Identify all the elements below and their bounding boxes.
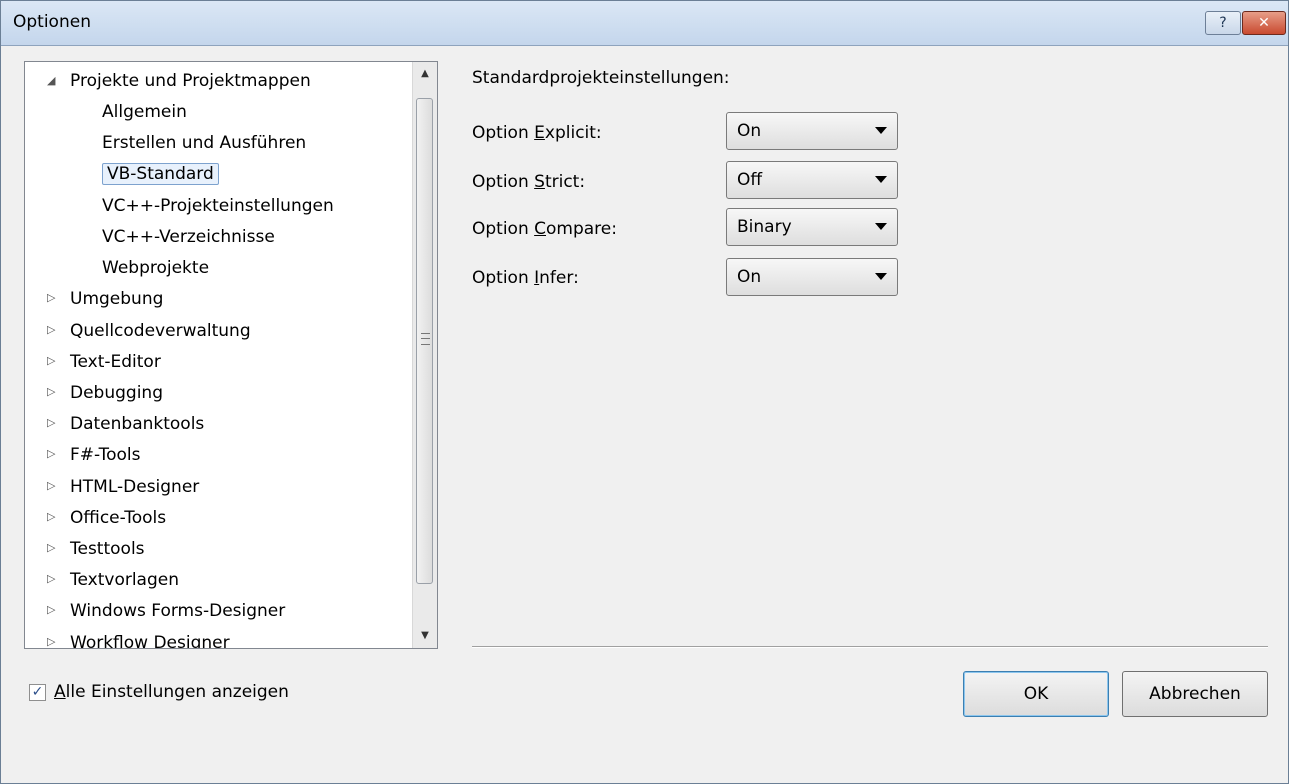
tree-item-label: Workflow Designer xyxy=(70,632,230,649)
collapsed-arrow-icon[interactable]: ▷ xyxy=(47,572,61,585)
tree-item-label: Textvorlagen xyxy=(70,570,179,591)
tree-item[interactable]: ▷ HTML-Designer xyxy=(25,475,410,501)
tree-item-label: VC++-Verzeichnisse xyxy=(102,227,275,247)
collapsed-arrow-icon[interactable]: ▷ xyxy=(47,385,61,398)
chevron-down-icon xyxy=(875,223,887,230)
chevron-down-icon xyxy=(875,176,887,183)
grip-icon xyxy=(421,333,430,345)
section-title: Standardprojekteinstellungen: xyxy=(472,68,730,88)
scroll-down-icon[interactable]: ▼ xyxy=(413,624,437,648)
option-strict-value: Off xyxy=(737,170,763,190)
ok-button[interactable]: OK xyxy=(963,671,1109,717)
collapsed-arrow-icon[interactable]: ▷ xyxy=(47,541,61,554)
tree-item[interactable]: ▷ Testtools xyxy=(25,537,410,563)
tree-scrollbar[interactable]: ▲ ▼ xyxy=(412,62,437,648)
tree-item[interactable]: Erstellen und Ausführen xyxy=(25,131,410,157)
close-button[interactable]: ✕ xyxy=(1242,11,1286,35)
checkmark-icon: ✓ xyxy=(31,684,44,700)
collapsed-arrow-icon[interactable]: ▷ xyxy=(47,291,61,304)
title-bar[interactable]: Optionen ? ✕ xyxy=(1,1,1288,46)
option-infer-value: On xyxy=(737,267,762,287)
close-icon: ✕ xyxy=(1258,15,1270,31)
options-dialog: Optionen ? ✕ ◢ Projekte und Projektmappen… xyxy=(0,0,1289,784)
show-all-settings-label[interactable]: Alle Einstellungen anzeigen xyxy=(54,682,289,702)
collapsed-arrow-icon[interactable]: ▷ xyxy=(47,510,61,523)
tree-item[interactable]: VC++-Verzeichnisse xyxy=(25,225,410,251)
tree-item-label: Webprojekte xyxy=(102,258,210,279)
collapsed-arrow-icon[interactable]: ▷ xyxy=(47,323,61,336)
collapsed-arrow-icon[interactable]: ▷ xyxy=(47,447,61,460)
tree-item-label: Umgebung xyxy=(70,289,164,310)
tree-item-label: Datenbanktools xyxy=(70,414,205,435)
tree-item-label: F#-Tools xyxy=(70,445,141,466)
collapsed-arrow-icon[interactable]: ▷ xyxy=(47,635,61,648)
tree-item-label: Testtools xyxy=(70,539,145,559)
tree-item-label: Quellcodeverwaltung xyxy=(70,320,251,341)
tree-item-label: Office-Tools xyxy=(70,507,167,528)
tree-item[interactable]: ▷ Debugging xyxy=(25,381,410,407)
tree-item[interactable]: Webprojekte xyxy=(25,256,410,282)
tree-item[interactable]: ▷ Workflow Designer xyxy=(25,631,410,649)
option-strict-select[interactable]: Off xyxy=(726,161,898,199)
collapsed-arrow-icon[interactable]: ▷ xyxy=(47,479,61,492)
tree-item[interactable]: ◢ Projekte und Projektmappen xyxy=(25,69,410,95)
option-explicit-select[interactable]: On xyxy=(726,112,898,150)
tree-item-label: HTML-Designer xyxy=(70,476,200,497)
tree-item[interactable]: ▷ Datenbanktools xyxy=(25,412,410,438)
chevron-down-icon xyxy=(875,273,887,280)
tree-item[interactable]: ▷ Umgebung xyxy=(25,287,410,313)
collapsed-arrow-icon[interactable]: ▷ xyxy=(47,416,61,429)
tree-item[interactable]: ▷ Textvorlagen xyxy=(25,568,410,594)
collapsed-arrow-icon[interactable]: ▷ xyxy=(47,354,61,367)
tree-item[interactable]: ▷ Text-Editor xyxy=(25,350,410,376)
option-infer-select[interactable]: On xyxy=(726,258,898,296)
option-explicit-label: Option Explicit: xyxy=(472,123,602,143)
tree-item-label: Allgemein xyxy=(102,102,187,123)
tree-item-label: Debugging xyxy=(70,383,163,403)
tree-item-label: VB-Standard xyxy=(102,162,219,185)
tree-item[interactable]: VC++-Projekteinstellungen xyxy=(25,194,410,220)
tree-item-label: Text-Editor xyxy=(70,351,161,372)
tree-item[interactable]: ▷ Office-Tools xyxy=(25,506,410,532)
tree-item-label: Windows Forms-Designer xyxy=(70,601,286,622)
tree-item[interactable]: ▷ Windows Forms-Designer xyxy=(25,599,410,625)
scroll-up-icon[interactable]: ▲ xyxy=(413,62,437,86)
help-icon: ? xyxy=(1219,15,1227,31)
help-button[interactable]: ? xyxy=(1205,11,1241,35)
option-explicit-value: On xyxy=(737,121,762,141)
window-title: Optionen xyxy=(13,12,91,32)
option-strict-label: Option Strict: xyxy=(472,172,586,192)
tree-item-label: Erstellen und Ausführen xyxy=(102,133,307,154)
tree-item[interactable]: VB-Standard xyxy=(25,162,410,189)
separator xyxy=(472,646,1268,648)
tree-item[interactable]: Allgemein xyxy=(25,100,410,126)
options-tree[interactable]: ◢ Projekte und Projektmappen Allgemein Erst… xyxy=(24,61,438,649)
tree-item-label: VC++-Projekteinstellungen xyxy=(102,195,334,216)
collapsed-arrow-icon[interactable]: ▷ xyxy=(47,603,61,616)
tree-item-label: Projekte und Projektmappen xyxy=(70,71,311,91)
option-infer-label: Option Infer: xyxy=(472,268,579,288)
option-compare-value: Binary xyxy=(737,217,792,237)
option-compare-label: Option Compare: xyxy=(472,219,617,239)
scroll-thumb[interactable] xyxy=(416,98,433,584)
expanded-arrow-icon[interactable]: ◢ xyxy=(47,74,61,87)
tree-item[interactable]: ▷ F#-Tools xyxy=(25,443,410,469)
cancel-button[interactable]: Abbrechen xyxy=(1122,671,1268,717)
tree-item[interactable]: ▷ Quellcodeverwaltung xyxy=(25,319,410,345)
option-compare-select[interactable]: Binary xyxy=(726,208,898,246)
show-all-settings-checkbox[interactable]: ✓ xyxy=(29,684,46,701)
chevron-down-icon xyxy=(875,127,887,134)
